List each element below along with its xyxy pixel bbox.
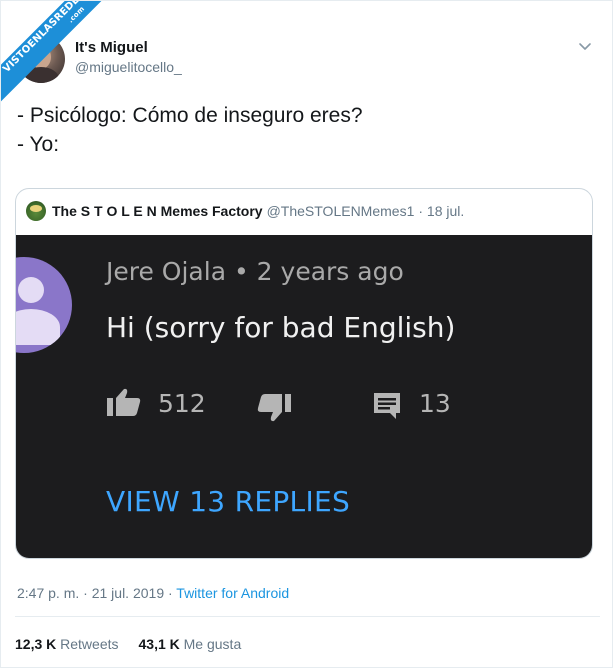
- divider: [15, 616, 600, 617]
- tweet-meta: 2:47 p. m. · 21 jul. 2019 · Twitter for …: [17, 585, 289, 601]
- tweet-date[interactable]: · 21 jul. 2019 ·: [83, 585, 173, 601]
- chevron-down-icon[interactable]: [576, 37, 594, 55]
- quoted-handle: @TheSTOLENMemes1: [266, 203, 415, 219]
- likes-stat[interactable]: 43,1 K Me gusta: [139, 636, 242, 652]
- like-count: 512: [158, 389, 206, 418]
- quoted-date: · 18 jul.: [418, 203, 465, 219]
- comment-age: • 2 years ago: [233, 257, 404, 286]
- quoted-tweet[interactable]: The S T O L E N Memes Factory @TheSTOLEN…: [15, 188, 593, 559]
- quoted-name: The S T O L E N Memes Factory: [52, 203, 263, 219]
- tweet-source[interactable]: Twitter for Android: [176, 585, 289, 601]
- comment-author: Jere Ojala • 2 years ago: [106, 257, 404, 286]
- tweet-time[interactable]: 2:47 p. m.: [17, 585, 79, 601]
- quoted-avatar: [26, 201, 46, 221]
- retweets-stat[interactable]: 12,3 K Retweets: [15, 636, 119, 652]
- tweet-stats: 12,3 K Retweets 43,1 K Me gusta: [15, 636, 241, 652]
- likes-label: Me gusta: [183, 636, 242, 652]
- quoted-header: The S T O L E N Memes Factory @TheSTOLEN…: [26, 200, 464, 222]
- user-avatar-icon: [16, 257, 72, 353]
- thumbs-up-icon: [107, 388, 141, 416]
- retweets-label: Retweets: [60, 636, 119, 652]
- thumbs-down-icon: [257, 394, 291, 422]
- comment-username: Jere Ojala: [106, 257, 227, 286]
- tweet-line: - Yo:: [17, 133, 60, 156]
- comment-text: Hi (sorry for bad English): [106, 311, 456, 344]
- watermark-ribbon: VISTOENLASREDES .com: [1, 1, 118, 106]
- tweet-card: VISTOENLASREDES .com It's Miguel @miguel…: [0, 0, 613, 668]
- watermark: VISTOENLASREDES .com: [1, 1, 121, 121]
- likes-count: 43,1 K: [138, 636, 180, 652]
- view-replies-link: VIEW 13 REPLIES: [106, 485, 351, 518]
- retweets-count: 12,3 K: [15, 636, 57, 652]
- quoted-image[interactable]: Jere Ojala • 2 years ago Hi (sorry for b…: [16, 235, 592, 558]
- reply-count: 13: [419, 389, 451, 418]
- comment-icon: [374, 393, 400, 419]
